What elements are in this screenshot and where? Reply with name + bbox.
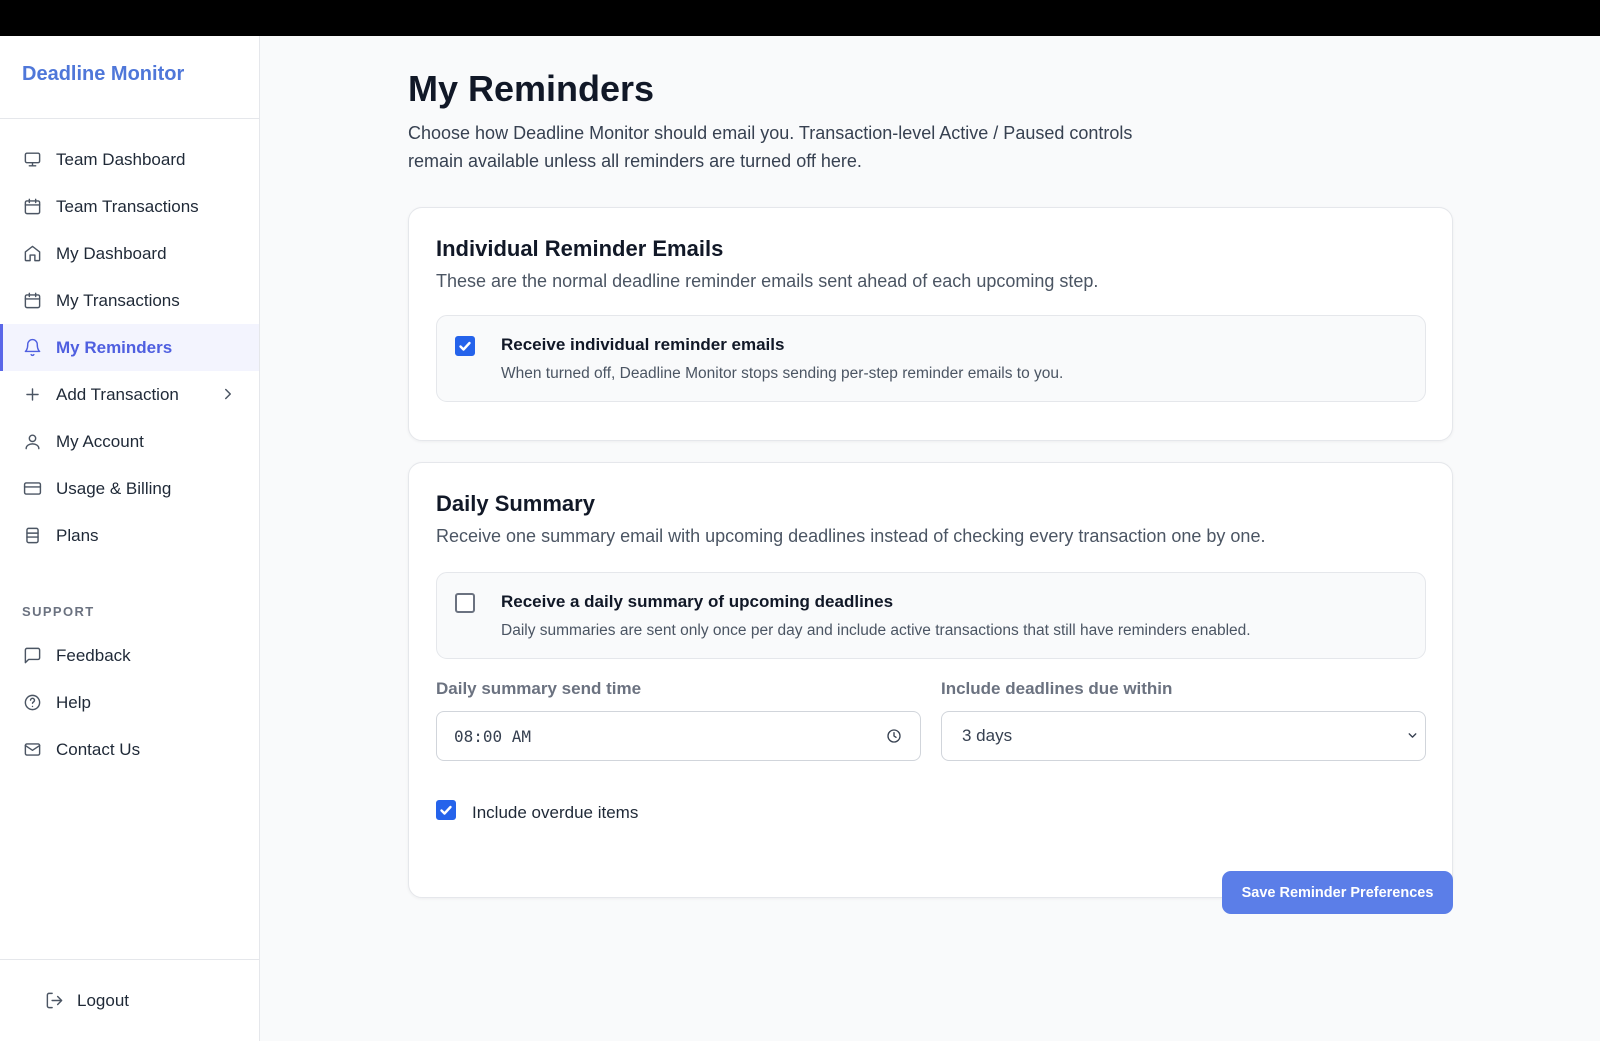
send-time-input[interactable]: 08:00 AM (436, 711, 921, 761)
sidebar-item-add-transaction[interactable]: Add Transaction (0, 371, 259, 418)
include-overdue-label: Include overdue items (472, 803, 639, 822)
monitor-icon (22, 150, 42, 170)
daily-summary-checkbox[interactable] (455, 593, 475, 613)
sidebar-item-label: My Dashboard (56, 243, 167, 263)
save-preferences-button[interactable]: Save Reminder Preferences (1222, 871, 1453, 914)
option-description: Daily summaries are sent only once per d… (501, 622, 1251, 639)
brand-logo-text[interactable]: Deadline Monitor (22, 63, 184, 86)
support-section-label: SUPPORT (22, 604, 95, 619)
sidebar-item-plans[interactable]: Plans (0, 512, 259, 559)
card-description: Receive one summary email with upcoming … (436, 526, 1266, 546)
daily-summary-option[interactable]: Receive a daily summary of upcoming dead… (436, 572, 1426, 659)
help-circle-icon (22, 693, 42, 713)
sidebar-item-feedback[interactable]: Feedback (0, 632, 259, 679)
top-black-bar (0, 0, 1600, 36)
clock-icon[interactable] (886, 728, 902, 744)
chevron-right-icon[interactable] (219, 385, 237, 403)
page-description: Choose how Deadline Monitor should email… (408, 123, 1133, 171)
sidebar: Deadline Monitor Team Dashboard Team Tra… (0, 36, 260, 1041)
sidebar-item-label: My Transactions (56, 290, 180, 310)
checkmark-icon (459, 341, 471, 351)
home-icon (22, 244, 42, 264)
calendar-icon (22, 291, 42, 311)
logout-section: Logout (0, 959, 259, 1041)
bell-icon (22, 338, 42, 358)
sidebar-item-team-dashboard[interactable]: Team Dashboard (0, 136, 259, 183)
sidebar-item-label: Help (56, 692, 91, 712)
sidebar-nav: Team Dashboard Team Transactions My Dash… (0, 119, 259, 773)
calendar-icon (22, 197, 42, 217)
sidebar-item-label: My Reminders (56, 337, 173, 357)
logout-icon (44, 991, 64, 1011)
sidebar-item-label: Usage & Billing (56, 478, 172, 498)
sidebar-item-label: My Account (56, 431, 144, 451)
option-title: Receive a daily summary of upcoming dead… (501, 592, 894, 611)
sidebar-item-my-reminders[interactable]: My Reminders (0, 324, 259, 371)
user-icon (22, 432, 42, 452)
individual-reminders-card: Individual Reminder Emails These are the… (408, 207, 1453, 441)
logout-label: Logout (77, 990, 129, 1010)
brand-header: Deadline Monitor (0, 36, 259, 119)
individual-emails-checkbox[interactable] (455, 336, 475, 356)
page-title: My Reminders (408, 68, 655, 109)
card-title: Individual Reminder Emails (436, 236, 724, 261)
individual-emails-option[interactable]: Receive individual reminder emails When … (436, 315, 1426, 402)
sidebar-item-contact-us[interactable]: Contact Us (0, 726, 259, 773)
sidebar-item-help[interactable]: Help (0, 679, 259, 726)
send-time-value: 08:00 AM (454, 727, 532, 746)
include-overdue-option[interactable]: Include overdue items (436, 797, 638, 823)
logout-button[interactable]: Logout (44, 991, 129, 1011)
credit-card-icon (22, 479, 42, 499)
send-time-label: Daily summary send time (436, 679, 642, 698)
deadlines-within-value: 3 days (962, 726, 1013, 745)
include-overdue-checkbox[interactable] (436, 800, 456, 820)
sidebar-item-my-dashboard[interactable]: My Dashboard (0, 230, 259, 277)
card-description: These are the normal deadline reminder e… (436, 271, 1099, 291)
daily-summary-card: Daily Summary Receive one summary email … (408, 462, 1453, 898)
sidebar-item-label: Add Transaction (56, 384, 179, 404)
plus-icon (22, 385, 42, 405)
option-title: Receive individual reminder emails (501, 335, 785, 354)
card-title: Daily Summary (436, 491, 595, 516)
mail-icon (22, 740, 42, 760)
checkmark-icon (440, 805, 452, 815)
option-description: When turned off, Deadline Monitor stops … (501, 365, 1064, 382)
sidebar-item-usage-billing[interactable]: Usage & Billing (0, 465, 259, 512)
stack-icon (22, 526, 42, 546)
message-icon (22, 646, 42, 666)
deadlines-within-select[interactable]: 3 days (941, 711, 1426, 761)
sidebar-item-team-transactions[interactable]: Team Transactions (0, 183, 259, 230)
chevron-down-icon (1408, 733, 1417, 738)
sidebar-item-my-account[interactable]: My Account (0, 418, 259, 465)
sidebar-item-label: Plans (56, 525, 99, 545)
sidebar-item-label: Team Transactions (56, 196, 199, 216)
deadlines-within-label: Include deadlines due within (941, 679, 1173, 698)
sidebar-item-label: Team Dashboard (56, 149, 186, 169)
sidebar-item-label: Contact Us (56, 739, 141, 759)
sidebar-item-my-transactions[interactable]: My Transactions (0, 277, 259, 324)
app-window: Deadline Monitor Team Dashboard Team Tra… (0, 36, 1600, 1041)
sidebar-item-label: Feedback (56, 645, 131, 665)
